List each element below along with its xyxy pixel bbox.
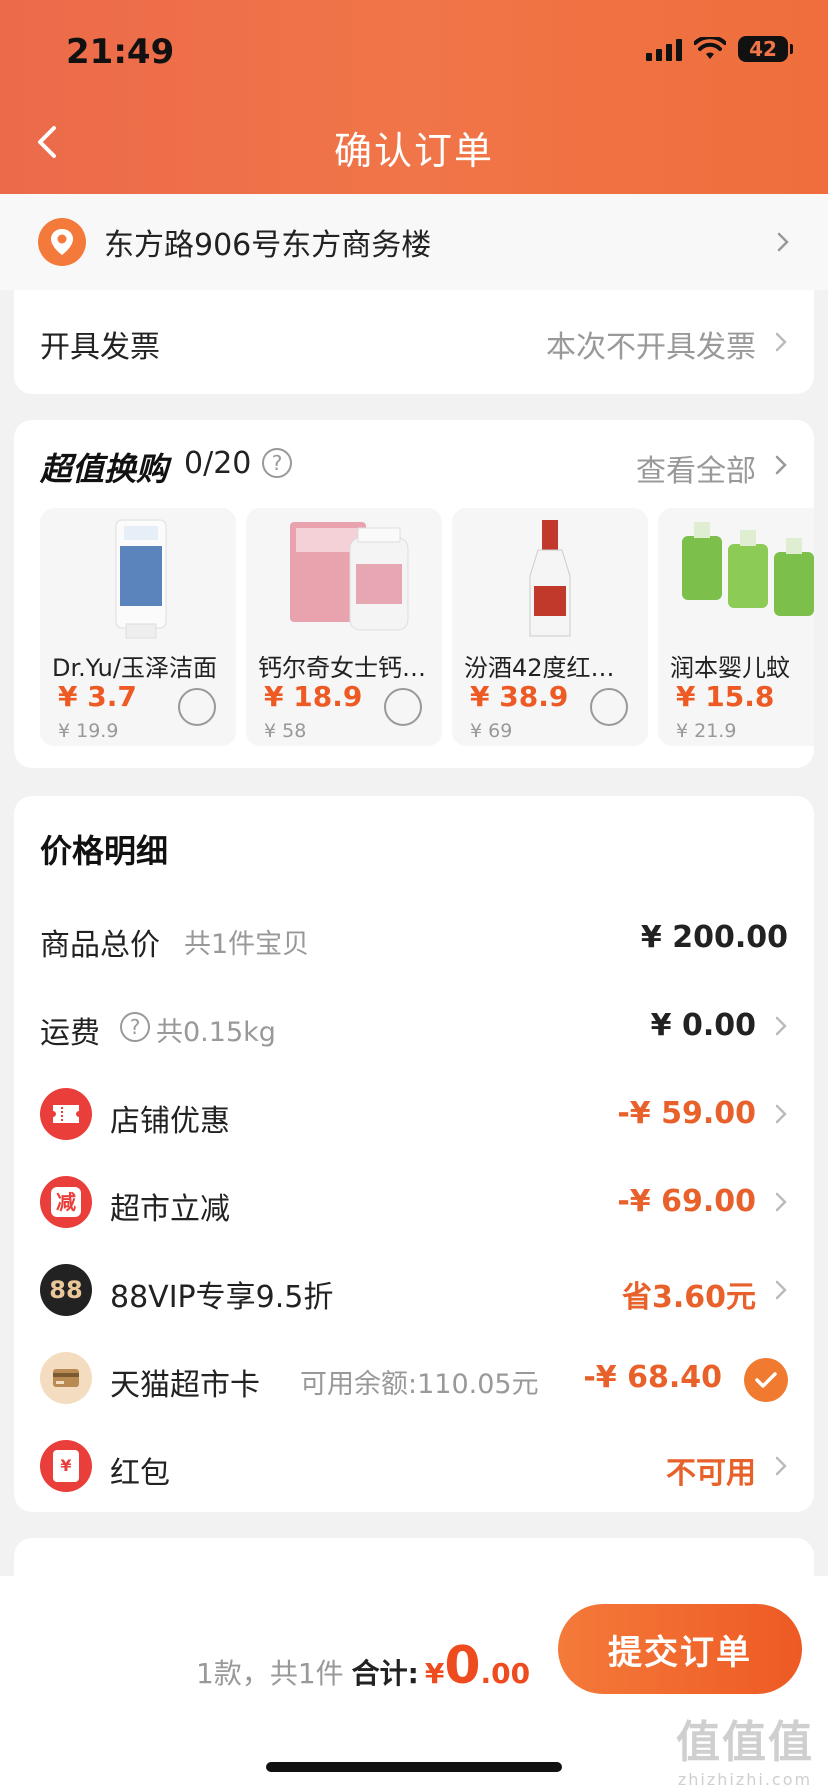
deal-price: ¥ 15.8 <box>676 680 775 713</box>
tmall-card-row[interactable]: 天猫超市卡 可用余额:110.05元 -¥ 68.40 <box>14 1348 814 1408</box>
deal-item[interactable]: 汾酒42度红… ¥ 38.9 ¥ 69 <box>452 508 648 746</box>
checkmark-icon[interactable] <box>744 1358 788 1402</box>
deals-title: 超值换购 <box>40 450 169 488</box>
watermark: 值值值 zhizhizhi.com <box>676 1706 814 1789</box>
home-indicator <box>266 1762 562 1772</box>
chevron-right-icon <box>775 1104 787 1124</box>
wifi-icon <box>694 37 726 59</box>
cleanser-tube-image <box>115 519 167 639</box>
status-time: 21:49 <box>66 32 175 72</box>
watermark-main: 值值值 <box>676 1717 814 1768</box>
shipping-value: ¥ 0.00 <box>650 1008 756 1043</box>
deal-original-price: ¥ 58 <box>264 720 307 742</box>
shipping-weight: 共0.15kg <box>156 1017 276 1048</box>
submit-order-button[interactable]: 提交订单 <box>558 1604 802 1694</box>
calcium-bottle-image <box>290 522 409 631</box>
goods-total-row: 商品总价 共1件宝贝 ¥ 200.00 <box>14 908 814 968</box>
deal-name: 汾酒42度红… <box>464 654 615 682</box>
deal-original-price: ¥ 21.9 <box>676 720 737 742</box>
signal-icon <box>646 37 682 61</box>
red-packet-row[interactable]: ¥ 红包 不可用 <box>14 1436 814 1496</box>
chevron-right-icon <box>775 1192 787 1212</box>
deal-list: Dr.Yu/玉泽洁面 ¥ 3.7 ¥ 19.9 钙尔奇女士钙… ¥ 18.9 ¥… <box>40 508 814 746</box>
deal-item[interactable]: 润本婴儿蚊 ¥ 15.8 ¥ 21.9 <box>658 508 814 746</box>
total-currency: ¥ <box>424 1657 445 1690</box>
deals-count: 0/20 <box>184 446 252 481</box>
price-detail-card: 价格明细 商品总价 共1件宝贝 ¥ 200.00 运费 ? 共0.15kg ¥ … <box>14 796 814 1512</box>
deal-price: ¥ 18.9 <box>264 680 363 713</box>
order-summary: 1款，共1件 合计: ¥ 0 .00 <box>196 1636 530 1696</box>
deal-name: 钙尔奇女士钙… <box>258 654 426 682</box>
tmall-card-value: -¥ 68.40 <box>583 1360 722 1395</box>
deal-name: 润本婴儿蚊 <box>670 654 790 682</box>
red-packet-icon-text: ¥ <box>53 1450 79 1482</box>
card-icon <box>40 1352 92 1404</box>
chevron-right-icon <box>775 1280 787 1300</box>
address-text: 东方路906号东方商务楼 <box>104 228 432 263</box>
invoice-row[interactable]: 开具发票 本次不开具发票 <box>14 290 814 394</box>
deals-card: 超值换购 0/20 ? 查看全部 Dr.Yu/玉泽洁面 ¥ 3.7 ¥ 19.9 <box>14 420 814 768</box>
market-cut-row[interactable]: 减 超市立减 -¥ 69.00 <box>14 1172 814 1232</box>
price-detail-title: 价格明细 <box>40 832 169 870</box>
reduce-icon: 减 <box>40 1176 92 1228</box>
deal-item[interactable]: Dr.Yu/玉泽洁面 ¥ 3.7 ¥ 19.9 <box>40 508 236 746</box>
header-bar: 21:49 42 确认订单 <box>0 0 828 194</box>
ticket-icon <box>40 1088 92 1140</box>
liquor-bottle-image <box>529 520 571 637</box>
invoice-value: 本次不开具发票 <box>546 330 756 365</box>
total-label: 合计: <box>351 1657 419 1690</box>
select-radio[interactable] <box>178 688 216 726</box>
battery-icon: 42 <box>738 36 793 62</box>
red-packet-icon: ¥ <box>40 1440 92 1492</box>
deal-price: ¥ 38.9 <box>470 680 569 713</box>
deal-original-price: ¥ 19.9 <box>58 720 119 742</box>
store-discount-value: -¥ 59.00 <box>617 1096 756 1131</box>
store-discount-label: 店铺优惠 <box>110 1104 230 1139</box>
chevron-right-icon <box>777 232 789 252</box>
bottom-bar: 1款，共1件 合计: ¥ 0 .00 提交订单 值值值 zhizhizhi.co… <box>0 1576 828 1792</box>
vip-label: 88VIP专享9.5折 <box>110 1280 334 1315</box>
market-cut-value: -¥ 69.00 <box>617 1184 756 1219</box>
vip-value: 省3.60元 <box>621 1280 756 1315</box>
page-title: 确认订单 <box>333 129 494 173</box>
help-icon[interactable]: ? <box>262 448 292 478</box>
shipping-label: 运费 <box>40 1016 100 1051</box>
goods-count: 共1件宝贝 <box>184 929 310 960</box>
select-radio[interactable] <box>384 688 422 726</box>
total-integer: 0 <box>444 1636 481 1696</box>
shipping-row[interactable]: 运费 ? 共0.15kg ¥ 0.00 <box>14 996 814 1056</box>
tmall-card-balance: 可用余额:110.05元 <box>300 1369 539 1400</box>
mosquito-repellent-image <box>682 522 814 616</box>
status-icons: 42 <box>646 36 793 62</box>
deal-original-price: ¥ 69 <box>470 720 513 742</box>
goods-total-value: ¥ 200.00 <box>640 920 788 955</box>
deal-price: ¥ 3.7 <box>58 680 137 713</box>
reduce-icon-text: 减 <box>51 1187 81 1217</box>
address-row[interactable]: 东方路906号东方商务楼 <box>0 194 828 290</box>
select-radio[interactable] <box>590 688 628 726</box>
chevron-right-icon <box>775 1456 787 1476</box>
vip-88-icon: 88 <box>40 1264 92 1316</box>
tmall-card-label: 天猫超市卡 <box>110 1368 260 1403</box>
red-packet-value: 不可用 <box>666 1456 756 1491</box>
item-count: 1款，共1件 <box>196 1657 344 1690</box>
chevron-right-icon <box>775 332 787 352</box>
deal-name: Dr.Yu/玉泽洁面 <box>52 654 217 682</box>
deal-item[interactable]: 钙尔奇女士钙… ¥ 18.9 ¥ 58 <box>246 508 442 746</box>
store-discount-row[interactable]: 店铺优惠 -¥ 59.00 <box>14 1084 814 1144</box>
invoice-label: 开具发票 <box>40 330 160 365</box>
view-all-link[interactable]: 查看全部 <box>636 446 756 490</box>
market-cut-label: 超市立减 <box>110 1192 230 1227</box>
help-icon[interactable]: ? <box>120 1012 150 1042</box>
chevron-right-icon <box>775 1016 787 1036</box>
location-pin-icon <box>38 218 86 266</box>
goods-total-label: 商品总价 <box>40 928 160 963</box>
vip-row[interactable]: 88 88VIP专享9.5折 省3.60元 <box>14 1260 814 1320</box>
chevron-right-icon <box>775 455 787 475</box>
watermark-sub: zhizhizhi.com <box>677 1770 813 1789</box>
total-decimal: .00 <box>480 1657 531 1690</box>
red-packet-label: 红包 <box>110 1456 170 1491</box>
